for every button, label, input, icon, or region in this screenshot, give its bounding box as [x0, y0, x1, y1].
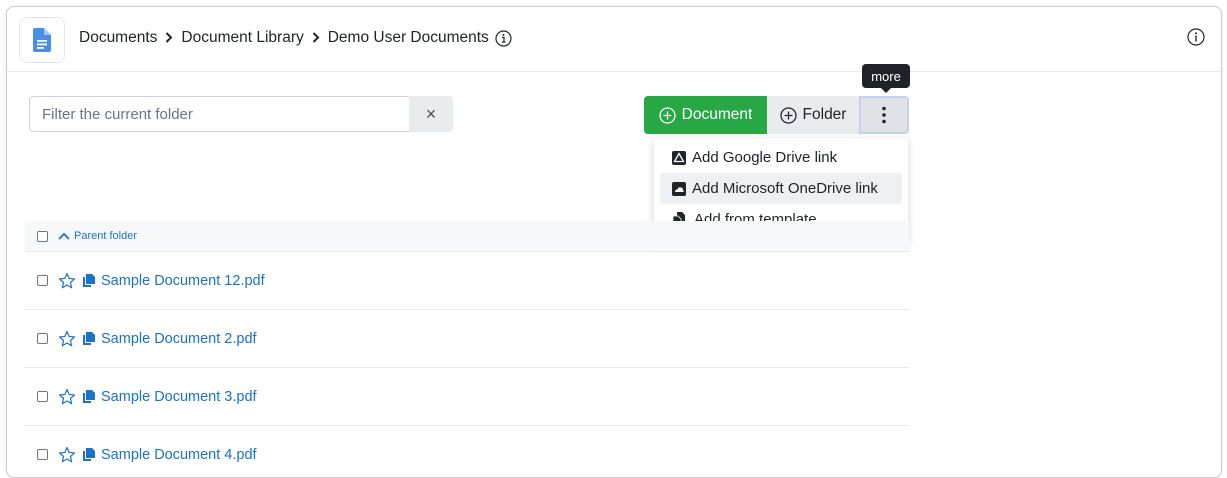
table-row: Sample Document 2.pdf	[25, 310, 909, 368]
details-info-icon[interactable]	[1187, 28, 1205, 46]
file-link[interactable]: Sample Document 12.pdf	[101, 273, 265, 289]
add-document-button[interactable]: Document	[644, 96, 767, 134]
star-icon[interactable]	[58, 330, 76, 348]
onedrive-icon	[672, 181, 686, 196]
close-icon: ×	[425, 103, 437, 124]
parent-folder-row[interactable]: Parent folder	[25, 221, 909, 252]
star-icon[interactable]	[58, 272, 76, 290]
action-button-group: Document Folder	[644, 96, 909, 134]
row-checkbox[interactable]	[37, 391, 48, 402]
chevron-up-icon	[58, 232, 70, 240]
plus-circle-icon	[779, 106, 797, 124]
add-document-label: Document	[681, 106, 753, 123]
file-link[interactable]: Sample Document 2.pdf	[101, 331, 257, 347]
chevron-right-icon	[312, 31, 320, 46]
plus-circle-icon	[659, 106, 676, 124]
file-copy-icon	[82, 389, 95, 404]
star-icon[interactable]	[58, 446, 76, 464]
menu-item-google-drive[interactable]: Add Google Drive link	[660, 142, 902, 173]
file-copy-icon	[82, 331, 95, 346]
breadcrumb: Documents Document Library Demo User Doc…	[79, 29, 512, 47]
tooltip-arrow	[880, 87, 892, 93]
file-link[interactable]: Sample Document 3.pdf	[101, 389, 257, 405]
parent-folder-link[interactable]: Parent folder	[74, 230, 137, 242]
row-checkbox[interactable]	[37, 449, 48, 460]
info-icon[interactable]	[495, 29, 512, 47]
kebab-menu-icon	[882, 106, 886, 124]
filter-clear-button[interactable]: ×	[409, 96, 453, 132]
google-drive-icon	[672, 150, 686, 165]
file-copy-icon	[82, 273, 95, 288]
document-list: Parent folder Sample Document 12.pdf Sam…	[25, 221, 909, 477]
breadcrumb-document-library[interactable]: Document Library	[181, 29, 303, 47]
breadcrumb-current-folder: Demo User Documents	[327, 29, 489, 46]
menu-item-onedrive[interactable]: Add Microsoft OneDrive link	[660, 173, 902, 204]
row-checkbox[interactable]	[37, 333, 48, 344]
breadcrumb-documents[interactable]: Documents	[79, 29, 157, 47]
menu-item-label: Add Microsoft OneDrive link	[692, 180, 878, 197]
chevron-right-icon	[165, 31, 173, 46]
add-folder-label: Folder	[802, 106, 847, 123]
document-icon	[19, 17, 65, 63]
filter-bar: ×	[29, 96, 453, 132]
menu-item-label: Add Google Drive link	[692, 149, 838, 166]
page-header: Documents Document Library Demo User Doc…	[7, 7, 1221, 72]
select-all-checkbox[interactable]	[37, 230, 48, 242]
row-checkbox[interactable]	[37, 275, 48, 286]
table-row: Sample Document 3.pdf	[25, 368, 909, 426]
file-link[interactable]: Sample Document 4.pdf	[101, 447, 257, 463]
more-button[interactable]	[859, 96, 909, 134]
filter-input[interactable]	[29, 96, 409, 132]
table-row: Sample Document 12.pdf	[25, 252, 909, 310]
more-tooltip: more	[862, 64, 910, 88]
file-copy-icon	[82, 447, 95, 462]
app-window: Documents Document Library Demo User Doc…	[6, 6, 1222, 478]
star-icon[interactable]	[58, 388, 76, 406]
add-folder-button[interactable]: Folder	[767, 96, 859, 134]
table-row: Sample Document 4.pdf	[25, 426, 909, 477]
